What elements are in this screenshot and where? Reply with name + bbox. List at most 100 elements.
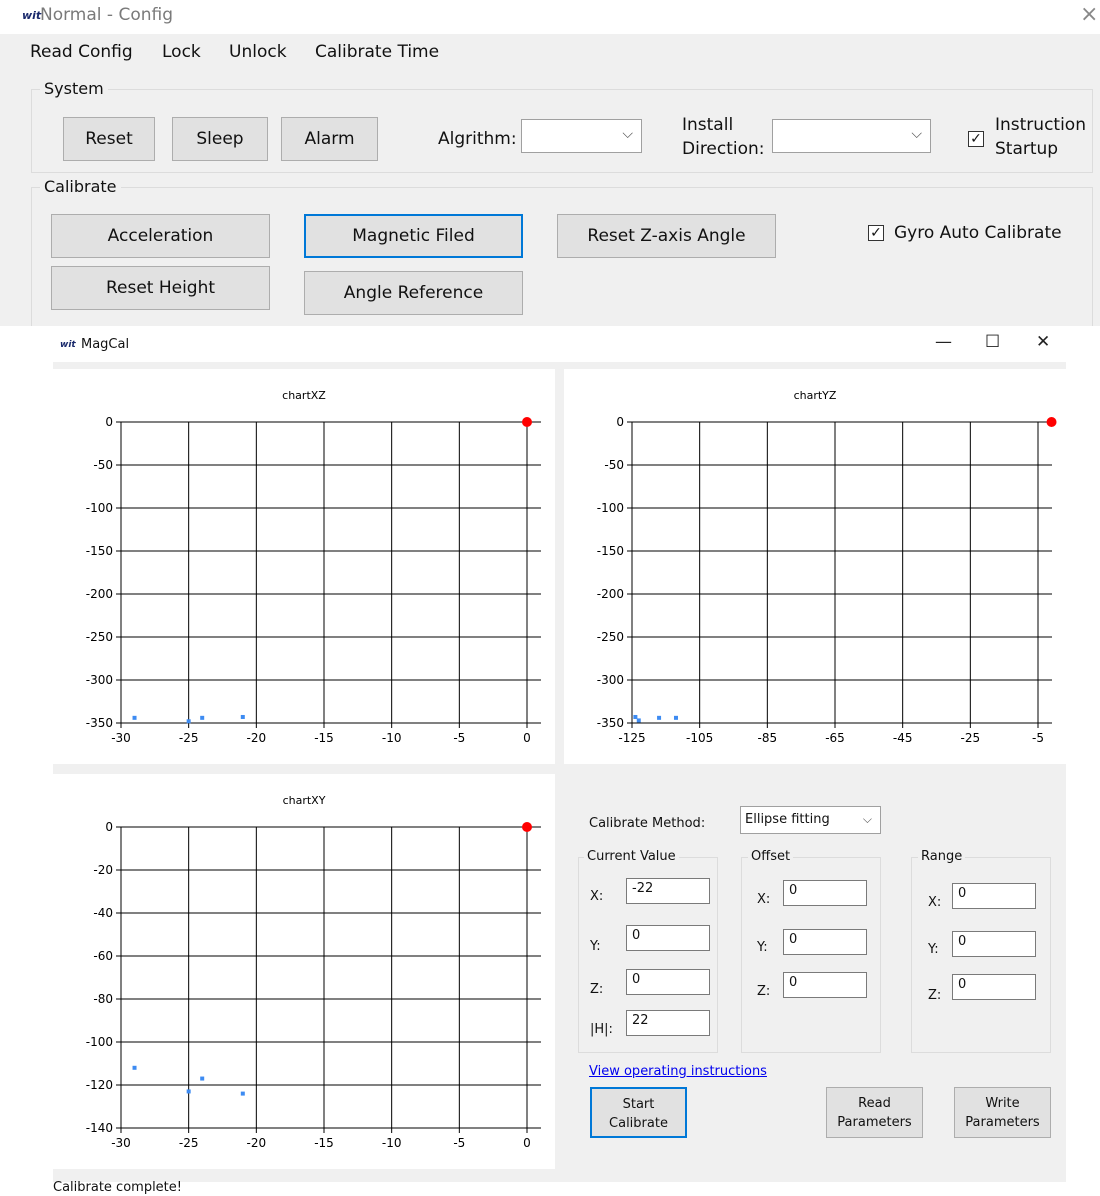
gyro-auto-calibrate-checkbox[interactable]: ✓ bbox=[868, 225, 884, 241]
y-tick-label: -250 bbox=[597, 630, 624, 644]
chart-xz: chartXZ-30 -25 -20 -15 -10 -5 00-50-100-150-20… bbox=[86, 389, 541, 745]
current-point-marker bbox=[1046, 417, 1057, 427]
chevron-down-icon: ⌵ bbox=[622, 126, 633, 142]
chevron-down-icon: ⌵ bbox=[911, 126, 922, 142]
chevron-down-icon: ⌵ bbox=[862, 812, 872, 826]
maximize-icon[interactable]: ☐ bbox=[985, 332, 1000, 352]
offset-z-label: Z: bbox=[757, 984, 771, 999]
x-tick-label: -25 bbox=[961, 731, 981, 745]
magcal-window-title: MagCal bbox=[81, 337, 130, 352]
config-title-bar: wit Normal - Config × bbox=[0, 0, 1100, 32]
y-tick-label: -250 bbox=[86, 630, 113, 644]
alarm-button[interactable]: Alarm bbox=[281, 117, 378, 161]
offset-x-label: X: bbox=[757, 892, 771, 907]
y-tick-label: -120 bbox=[86, 1078, 113, 1092]
x-tick-label: -65 bbox=[825, 731, 845, 745]
minimize-icon[interactable]: — bbox=[935, 332, 952, 352]
y-tick-label: 0 bbox=[105, 415, 113, 429]
current-x-field[interactable]: -22 bbox=[626, 878, 710, 904]
instruction-label-line2: Startup bbox=[995, 139, 1059, 159]
menu-unlock[interactable]: Unlock bbox=[229, 42, 287, 62]
y-tick-label: -100 bbox=[597, 501, 624, 515]
close-icon[interactable]: ✕ bbox=[1036, 332, 1050, 352]
magcal-logo: wit bbox=[60, 340, 76, 350]
data-point bbox=[657, 715, 662, 720]
y-tick-label: -150 bbox=[86, 544, 113, 558]
x-tick-label: -45 bbox=[893, 731, 913, 745]
install-label-line2: Direction: bbox=[682, 139, 765, 159]
config-window-title: Normal - Config bbox=[40, 5, 173, 25]
y-tick-label: -200 bbox=[597, 587, 624, 601]
current-z-field[interactable]: 0 bbox=[626, 969, 710, 995]
y-tick-label: -200 bbox=[86, 587, 113, 601]
algorithm-dropdown[interactable]: ⌵ bbox=[521, 119, 642, 153]
calibrate-method-label: Calibrate Method: bbox=[589, 816, 706, 831]
read-parameters-line2: Parameters bbox=[837, 1115, 912, 1130]
y-tick-label: -140 bbox=[86, 1121, 113, 1135]
x-tick-label: -15 bbox=[314, 731, 334, 745]
y-tick-label: -60 bbox=[93, 949, 113, 963]
range-x-field[interactable]: 0 bbox=[952, 883, 1036, 909]
y-tick-label: -80 bbox=[93, 992, 113, 1006]
x-tick-label: -5 bbox=[453, 1136, 465, 1150]
offset-z-field[interactable]: 0 bbox=[783, 972, 867, 998]
current-y-field[interactable]: 0 bbox=[626, 925, 710, 951]
x-tick-label: -10 bbox=[382, 731, 402, 745]
magcal-client-area: chartXZ -30 -25 -20 -15 -10 -5 0 0 -50 -100 -150 -20… bbox=[53, 362, 1066, 1182]
view-instructions-link[interactable]: View operating instructions bbox=[589, 1064, 767, 1079]
y-tick-label: -350 bbox=[597, 716, 624, 730]
magnetic-filed-button[interactable]: Magnetic Filed bbox=[304, 214, 523, 258]
menu-calibrate-time[interactable]: Calibrate Time bbox=[315, 42, 439, 62]
offset-x-field[interactable]: 0 bbox=[783, 880, 867, 906]
data-point bbox=[200, 1076, 205, 1081]
write-parameters-button[interactable]: Write Parameters bbox=[954, 1087, 1051, 1138]
current-h-label: |H|: bbox=[590, 1022, 613, 1037]
range-z-label: Z: bbox=[928, 988, 942, 1003]
start-calibrate-line1: Start bbox=[622, 1097, 655, 1112]
chart-title: chartYZ bbox=[794, 389, 837, 402]
calibrate-group bbox=[31, 187, 1093, 337]
y-tick-label: -350 bbox=[86, 716, 113, 730]
acceleration-button[interactable]: Acceleration bbox=[51, 214, 270, 258]
sleep-button[interactable]: Sleep bbox=[172, 117, 268, 161]
range-y-field[interactable]: 0 bbox=[952, 931, 1036, 957]
instruction-startup-checkbox[interactable]: ✓ bbox=[968, 131, 984, 147]
install-direction-dropdown[interactable]: ⌵ bbox=[772, 119, 931, 153]
y-tick-label: -50 bbox=[604, 458, 624, 472]
offset-y-label: Y: bbox=[757, 940, 768, 955]
current-value-label: Current Value bbox=[584, 849, 679, 864]
instruction-label-line1: Instruction bbox=[995, 115, 1086, 135]
data-point bbox=[132, 715, 137, 720]
start-calibrate-button[interactable]: Start Calibrate bbox=[590, 1087, 687, 1138]
x-tick-label: -30 bbox=[111, 731, 131, 745]
calibrate-method-dropdown[interactable]: Ellipse fitting ⌵ bbox=[740, 806, 881, 834]
gyro-auto-calibrate-label: Gyro Auto Calibrate bbox=[894, 223, 1062, 243]
x-tick-label: -125 bbox=[618, 731, 645, 745]
config-menu-bar: Read Config Lock Unlock Calibrate Time bbox=[0, 34, 1100, 70]
config-body: System Reset Sleep Alarm Algrithm: ⌵ Ins… bbox=[0, 70, 1100, 337]
current-y-label: Y: bbox=[590, 939, 601, 954]
current-point-marker bbox=[522, 822, 532, 832]
reset-height-button[interactable]: Reset Height bbox=[51, 266, 270, 310]
y-tick-label: -100 bbox=[86, 1035, 113, 1049]
offset-y-field[interactable]: 0 bbox=[783, 929, 867, 955]
app-logo: wit bbox=[22, 9, 42, 22]
x-tick-label: -20 bbox=[247, 731, 267, 745]
calibrate-method-value: Ellipse fitting bbox=[745, 812, 830, 827]
reset-button[interactable]: Reset bbox=[63, 117, 155, 161]
data-point bbox=[636, 718, 641, 723]
read-parameters-button[interactable]: Read Parameters bbox=[826, 1087, 923, 1138]
y-tick-label: -300 bbox=[86, 673, 113, 687]
x-tick-label: -25 bbox=[179, 731, 199, 745]
menu-read-config[interactable]: Read Config bbox=[30, 42, 133, 62]
range-z-field[interactable]: 0 bbox=[952, 974, 1036, 1000]
current-x-label: X: bbox=[590, 889, 604, 904]
config-close-icon[interactable]: × bbox=[1080, 2, 1098, 27]
angle-reference-button[interactable]: Angle Reference bbox=[304, 271, 523, 315]
magcal-window: wit MagCal — ☐ ✕ chartXZ -30 -25 -20 -15 -10 -… bbox=[0, 326, 1100, 1196]
reset-z-axis-angle-button[interactable]: Reset Z-axis Angle bbox=[557, 214, 776, 258]
x-tick-label: -30 bbox=[111, 1136, 131, 1150]
menu-lock[interactable]: Lock bbox=[162, 42, 201, 62]
status-bar-text: Calibrate complete! bbox=[53, 1180, 182, 1195]
current-h-field[interactable]: 22 bbox=[626, 1010, 710, 1036]
